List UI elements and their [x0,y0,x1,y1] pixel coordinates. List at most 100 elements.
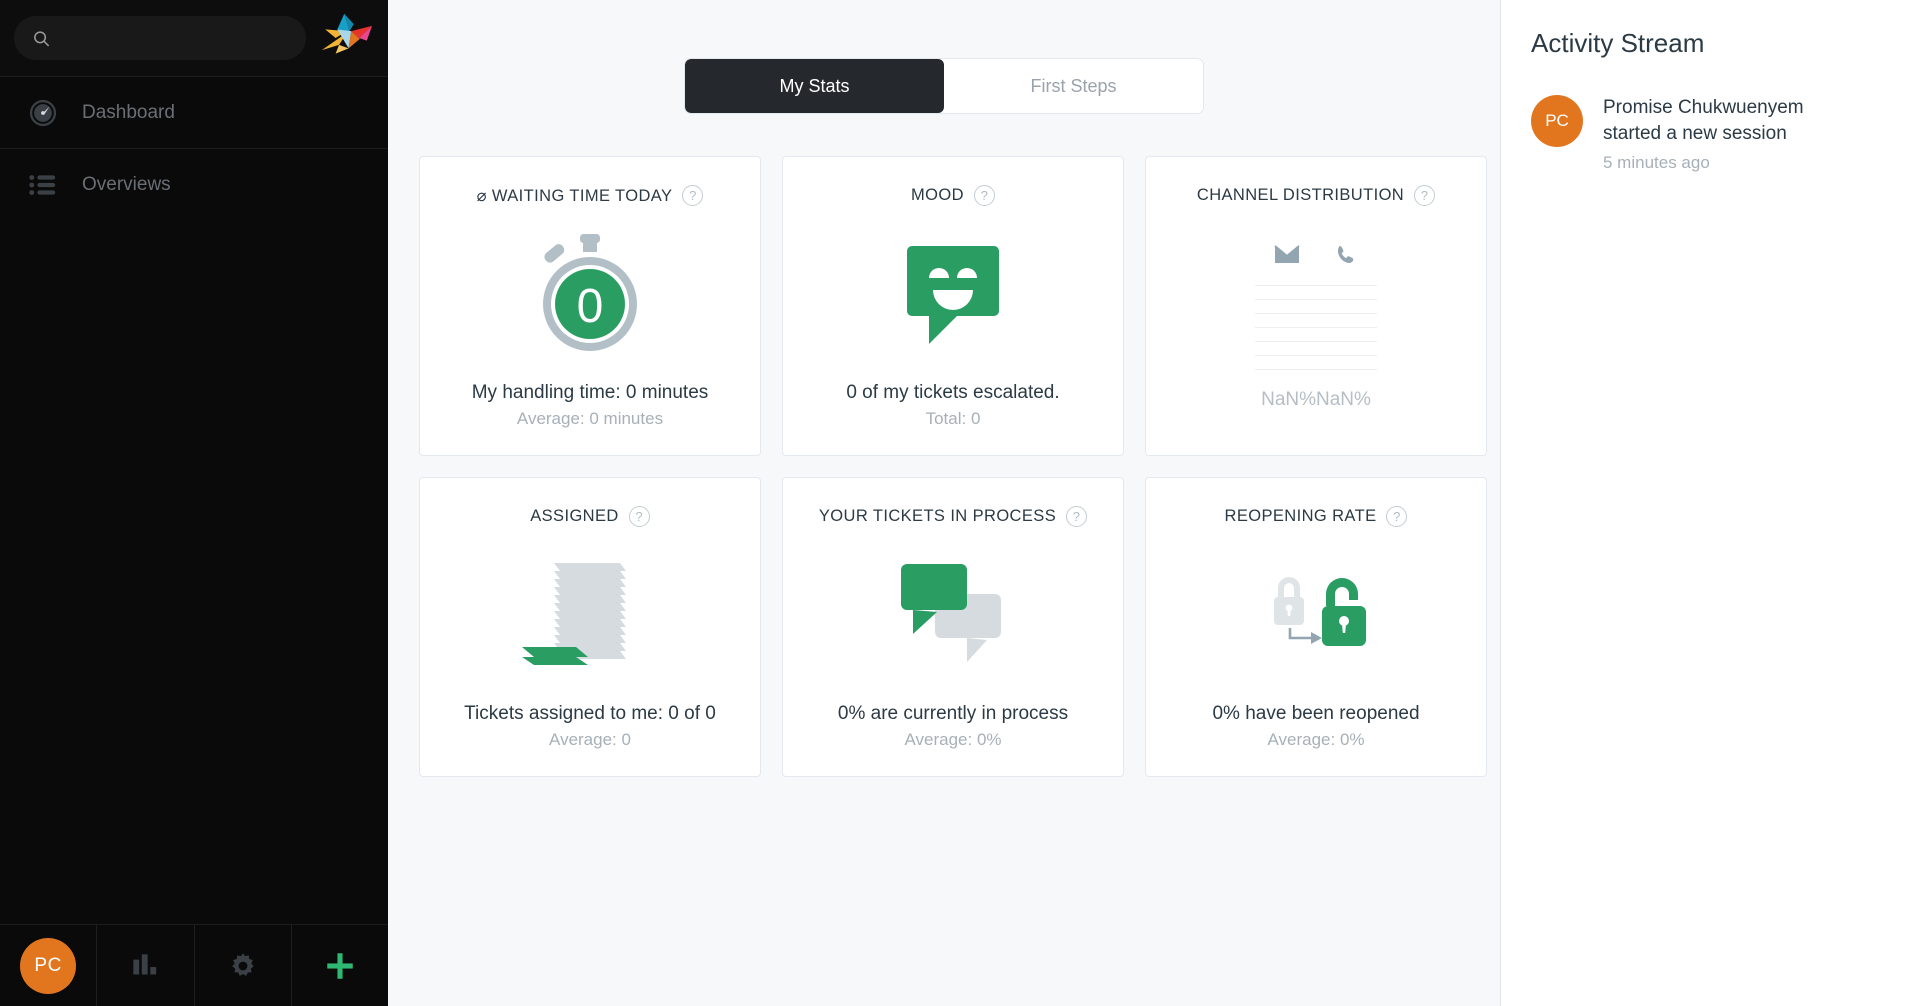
search-input-wrapper[interactable] [14,16,306,60]
email-icon [1274,245,1300,263]
card-title-row: CHANNEL DISTRIBUTION ? [1196,185,1436,206]
stopwatch-value: 0 [577,280,604,333]
card-tickets-in-process: YOUR TICKETS IN PROCESS ? 0% are current… [782,477,1124,777]
tab-label: First Steps [1030,75,1117,96]
gridline [1255,355,1377,356]
card-title: REOPENING RATE [1224,507,1377,525]
activity-item-body: Promise Chukwuenyem started a new sessio… [1603,93,1835,173]
card-title-row: REOPENING RATE ? [1225,506,1408,527]
card-title: MOOD [911,186,964,204]
two-speech-bubbles-icon [901,564,1001,662]
help-icon[interactable]: ? [973,185,995,206]
avatar: PC [20,937,77,994]
arrow-icon [1288,628,1322,644]
card-visual: 0 [420,206,760,382]
sidebar-item-dashboard[interactable]: Dashboard [0,76,388,148]
avatar-initials: PC [1545,111,1569,130]
bar-chart-icon [133,953,157,974]
app-root: Dashboard Overviews PC My Stats First St… [0,0,1919,1006]
search-icon [34,30,49,46]
card-main-text: 0 of my tickets escalated. [846,382,1060,403]
card-main-text: 0% have been reopened [1212,703,1420,724]
card-title: ASSIGNED [530,507,619,525]
plus-icon [327,952,353,979]
new-button[interactable] [292,925,388,1006]
main-content: My Stats First Steps ⌀ WAITING TIME TODA… [388,0,1500,1006]
card-title-row: MOOD ? [911,185,995,206]
closed-lock-icon [1274,577,1304,625]
activity-stream-title: Activity Stream [1531,28,1705,58]
card-waiting-time: ⌀ WAITING TIME TODAY ? 0 My handling tim… [419,156,761,456]
card-visual [783,527,1123,703]
card-visual [783,206,1123,382]
gridline [1255,299,1377,300]
card-sub-text: Average: 0% [1267,730,1365,749]
card-reopening-rate: REOPENING RATE ? 0% have been reopened A… [1145,477,1487,777]
paper-stack-icon [522,563,626,665]
activity-item-time: 5 minutes ago [1603,153,1710,173]
gridline [1255,341,1377,342]
gridline [1255,327,1377,328]
sidebar-footer-toolbar: PC [0,924,388,1006]
card-visual [1146,527,1486,703]
activity-item-text: Promise Chukwuenyem started a new sessio… [1603,97,1804,145]
card-title: CHANNEL DISTRIBUTION [1196,186,1405,204]
tab-first-steps[interactable]: First Steps [944,59,1203,113]
card-main-text: My handling time: 0 minutes [471,382,709,403]
activity-stream-panel: Activity Stream PC Promise Chukwuenyem s… [1500,0,1919,1006]
card-channel-distribution: CHANNEL DISTRIBUTION ? NaN%NaN% [1145,156,1487,456]
help-icon[interactable]: ? [1386,506,1408,527]
card-sub-text: Average: 0 [549,730,631,749]
help-icon[interactable]: ? [1414,185,1436,206]
sidebar-header [0,0,388,76]
stats-card-grid: ⌀ WAITING TIME TODAY ? 0 My handling tim… [388,156,1500,777]
speedometer-icon [26,96,60,130]
card-title: YOUR TICKETS IN PROCESS [818,507,1057,525]
card-mood: MOOD ? 0 of my tickets escalated. Total:… [782,156,1124,456]
card-main-text: 0% are currently in process [837,703,1069,724]
card-visual: NaN%NaN% [1146,206,1486,455]
gridline [1255,313,1377,314]
stopwatch-icon: 0 [543,234,637,351]
card-title-row: YOUR TICKETS IN PROCESS ? [818,506,1088,527]
gridline [1255,285,1377,286]
stats-tabs: My Stats First Steps [684,58,1204,114]
help-icon[interactable]: ? [628,506,650,527]
card-title-row: ⌀ WAITING TIME TODAY ? [477,185,704,206]
smiling-speech-bubble-icon [907,246,999,344]
user-avatar-button[interactable]: PC [0,925,98,1006]
tab-label: My Stats [779,75,850,96]
card-sub-text: Average: 0 minutes [516,409,664,428]
sidebar-item-label: Overviews [82,173,171,195]
card-title: ⌀ WAITING TIME TODAY [476,186,673,205]
phone-icon [1337,246,1354,264]
sidebar-spacer [0,220,388,924]
avatar-initials: PC [34,954,62,976]
tabs-container: My Stats First Steps [388,0,1500,114]
search-input[interactable] [62,29,288,47]
channel-values: NaN%NaN% [1261,389,1371,410]
card-visual [420,527,760,703]
open-lock-icon [1322,578,1366,646]
tab-my-stats[interactable]: My Stats [685,59,944,113]
card-sub-text: Total: 0 [925,409,981,428]
channel-gridlines [1255,285,1377,383]
help-icon[interactable]: ? [1066,506,1088,527]
sidebar-item-label: Dashboard [82,101,175,123]
card-main-text: Tickets assigned to me: 0 of 0 [464,703,716,724]
lock-to-open-lock-icon [1274,577,1366,646]
activity-item[interactable]: PC Promise Chukwuenyem started a new ses… [1531,93,1889,173]
list-icon [26,168,60,202]
help-icon[interactable]: ? [682,185,704,206]
card-title-row: ASSIGNED ? [530,506,650,527]
zammad-logo-icon[interactable] [318,12,374,64]
gridline [1255,369,1377,370]
card-sub-text: Average: 0% [904,730,1002,749]
channel-icon-row [1274,244,1358,268]
gear-icon [231,952,254,976]
sidebar-item-overviews[interactable]: Overviews [0,148,388,220]
reports-button[interactable] [97,925,195,1006]
card-assigned: ASSIGNED ? Tickets assigned to me: 0 of … [419,477,761,777]
settings-button[interactable] [195,925,292,1006]
sidebar: Dashboard Overviews PC [0,0,388,1006]
